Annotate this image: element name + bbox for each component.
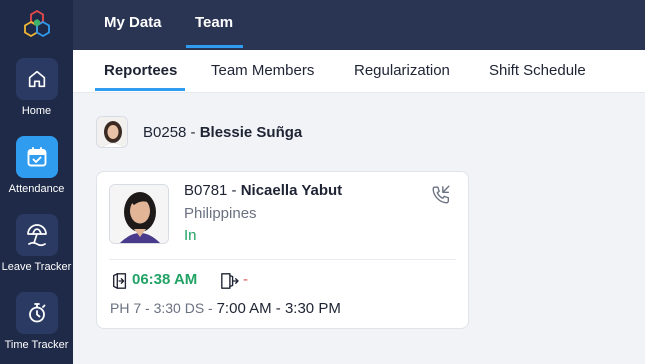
beach-umbrella-icon (26, 224, 47, 247)
tab-shift-schedule[interactable]: Shift Schedule (489, 62, 586, 79)
tab-team[interactable]: Team (195, 0, 233, 50)
person-photo-icon (97, 117, 127, 147)
sidebar: Home Attendance Leave Tracker Time Track… (0, 0, 73, 364)
call-log-icon[interactable] (430, 184, 452, 206)
manager-separator: - (186, 123, 200, 141)
time-tracker-tile[interactable] (15, 292, 58, 334)
employee-avatar[interactable] (109, 184, 169, 244)
check-in-time: 06:38 AM (132, 271, 198, 288)
sub-tab-bar: Reportees Team Members Regularization Sh… (73, 50, 645, 93)
manager-label[interactable]: B0258 - Blessie Suñga (143, 124, 302, 141)
shift-code: PH 7 - 3:30 DS - (110, 300, 217, 316)
stopwatch-icon (28, 303, 45, 323)
sidebar-item-time-tracker[interactable]: Time Tracker (0, 292, 73, 351)
employee-country: Philippines (184, 205, 257, 222)
calendar-check-icon (27, 147, 46, 167)
employee-separator: - (227, 182, 241, 199)
manager-id: B0258 (143, 123, 187, 141)
sidebar-item-label: Leave Tracker (1, 261, 72, 273)
sidebar-item-label: Home (21, 105, 52, 117)
manager-name: Blessie Suñga (199, 123, 303, 141)
tab-my-data[interactable]: My Data (104, 0, 162, 50)
person-photo-icon (110, 185, 168, 243)
attendance-tile[interactable] (15, 136, 58, 178)
employee-id: B0781 (184, 182, 228, 199)
manager-avatar[interactable] (96, 116, 128, 148)
manager-row: B0258 - Blessie Suñga (96, 116, 302, 148)
shift-hours: 7:00 AM - 3:30 PM (216, 300, 341, 317)
home-icon (28, 70, 45, 88)
employee-title[interactable]: B0781 - Nicaella Yabut (184, 182, 342, 199)
home-tile[interactable] (15, 58, 58, 100)
check-out-icon (221, 273, 239, 289)
tab-team-members[interactable]: Team Members (211, 62, 314, 79)
shift-info: PH 7 - 3:30 DS - 7:00 AM - 3:30 PM (110, 300, 341, 317)
card-divider (109, 259, 456, 260)
top-navigation: My Data Team (73, 0, 645, 50)
sidebar-item-home[interactable]: Home (0, 58, 73, 117)
leave-tracker-tile[interactable] (15, 214, 58, 256)
check-out-time: - (243, 271, 248, 288)
active-subtab-indicator (95, 88, 185, 91)
employee-name: Nicaella Yabut (240, 182, 343, 199)
active-tab-indicator (186, 45, 243, 48)
sidebar-item-attendance[interactable]: Attendance (0, 136, 73, 195)
tab-reportees[interactable]: Reportees (104, 62, 177, 79)
status-badge: In (184, 227, 197, 244)
app-logo-icon[interactable] (24, 10, 50, 38)
tab-regularization[interactable]: Regularization (354, 62, 450, 79)
check-in-icon (113, 273, 127, 289)
employee-card[interactable]: B0781 - Nicaella Yabut Philippines In 06… (96, 171, 469, 329)
sidebar-item-leave-tracker[interactable]: Leave Tracker (0, 214, 73, 273)
sidebar-item-label: Time Tracker (4, 339, 69, 351)
sidebar-item-label: Attendance (8, 183, 65, 195)
